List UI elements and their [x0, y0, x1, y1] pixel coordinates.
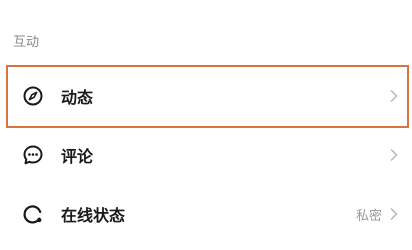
compass-icon	[22, 85, 44, 107]
settings-item-label: 在线状态	[61, 206, 126, 225]
section-header: 互动	[13, 35, 40, 50]
settings-item-label: 评论	[61, 147, 94, 166]
online-status-icon	[22, 203, 44, 225]
settings-item-online-status[interactable]: 在线状态 私密	[0, 185, 412, 243]
chevron-right-icon	[389, 148, 399, 162]
settings-item-comments[interactable]: 评论	[0, 126, 412, 184]
chevron-right-icon	[389, 207, 399, 221]
settings-item-dynamics[interactable]: 动态	[0, 67, 412, 125]
chevron-right-icon	[389, 89, 399, 103]
settings-item-label: 动态	[61, 88, 94, 107]
settings-item-value: 私密	[355, 208, 382, 224]
comment-bubble-icon	[22, 144, 44, 166]
